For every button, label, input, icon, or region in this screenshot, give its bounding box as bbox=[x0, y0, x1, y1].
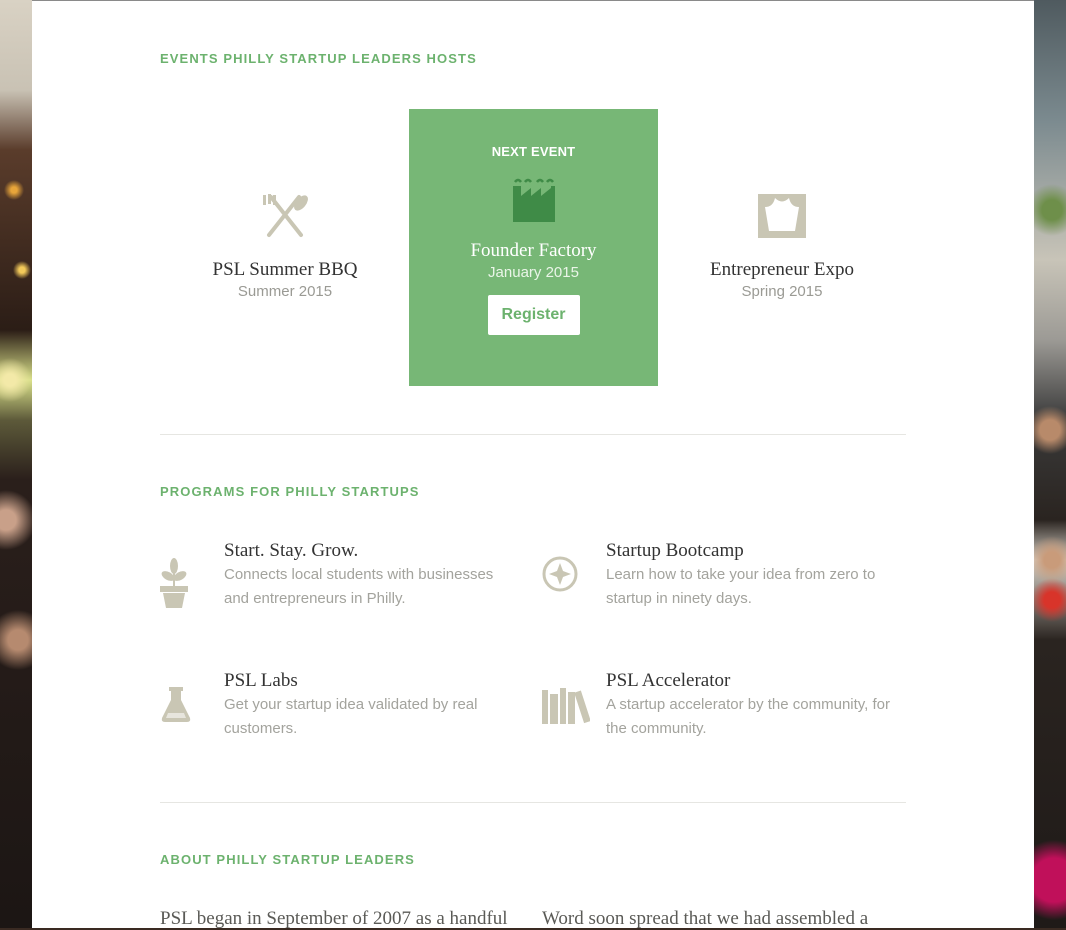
program-startup-bootcamp[interactable]: Startup Bootcamp Learn how to take your … bbox=[542, 540, 882, 620]
content-panel: EVENTS PHILLY STARTUP LEADERS HOSTS PSL … bbox=[32, 0, 1034, 929]
section-divider bbox=[160, 802, 906, 803]
event-date: January 2015 bbox=[488, 264, 579, 281]
top-divider bbox=[32, 0, 1034, 1]
program-start-stay-grow[interactable]: Start. Stay. Grow. Connects local studen… bbox=[160, 540, 500, 620]
program-title: PSL Labs bbox=[224, 670, 298, 691]
event-entrepreneur-expo[interactable]: Entrepreneur Expo Spring 2015 bbox=[702, 193, 862, 300]
next-event-card[interactable]: NEXT EVENT Founder Factory January 2015 … bbox=[409, 109, 658, 386]
about-section-title: ABOUT PHILLY STARTUP LEADERS bbox=[160, 852, 415, 867]
next-event-label: NEXT EVENT bbox=[491, 144, 576, 159]
event-date: Summer 2015 bbox=[237, 283, 333, 300]
compass-icon bbox=[542, 556, 578, 592]
program-psl-accelerator[interactable]: PSL Accelerator A startup accelerator by… bbox=[542, 670, 890, 750]
event-name: Entrepreneur Expo bbox=[709, 259, 855, 280]
factory-icon bbox=[512, 178, 555, 222]
fork-knife-icon bbox=[263, 194, 308, 237]
program-description: Connects local students with businesses … bbox=[224, 566, 494, 607]
programs-section-title: PROGRAMS FOR PHILLY STARTUPS bbox=[160, 484, 420, 499]
about-paragraph-left: PSL began in September of 2007 as a hand… bbox=[160, 908, 508, 929]
event-name: PSL Summer BBQ bbox=[212, 259, 358, 280]
background-photo-right bbox=[1034, 0, 1066, 928]
program-title: Start. Stay. Grow. bbox=[224, 540, 359, 561]
program-description: A startup accelerator by the community, … bbox=[606, 696, 891, 737]
program-title: Startup Bootcamp bbox=[606, 540, 744, 561]
events-section-title: EVENTS PHILLY STARTUP LEADERS HOSTS bbox=[160, 51, 477, 66]
event-name: Founder Factory bbox=[470, 240, 597, 261]
program-psl-labs[interactable]: PSL Labs Get your startup idea validated… bbox=[160, 670, 500, 750]
program-title: PSL Accelerator bbox=[606, 670, 731, 691]
section-divider bbox=[160, 434, 906, 435]
stage-icon bbox=[758, 194, 806, 238]
flask-icon bbox=[161, 687, 191, 722]
background-photo-left bbox=[0, 0, 32, 928]
register-button[interactable]: Register bbox=[487, 295, 580, 335]
about-paragraph-right: Word soon spread that we had assembled a bbox=[542, 908, 869, 929]
books-icon bbox=[542, 688, 590, 724]
program-description: Get your startup idea validated by real … bbox=[224, 696, 478, 737]
potted-plant-icon bbox=[160, 558, 188, 608]
event-summer-bbq[interactable]: PSL Summer BBQ Summer 2015 bbox=[210, 193, 360, 300]
program-description: Learn how to take your idea from zero to… bbox=[606, 566, 876, 607]
event-date: Spring 2015 bbox=[741, 283, 823, 300]
